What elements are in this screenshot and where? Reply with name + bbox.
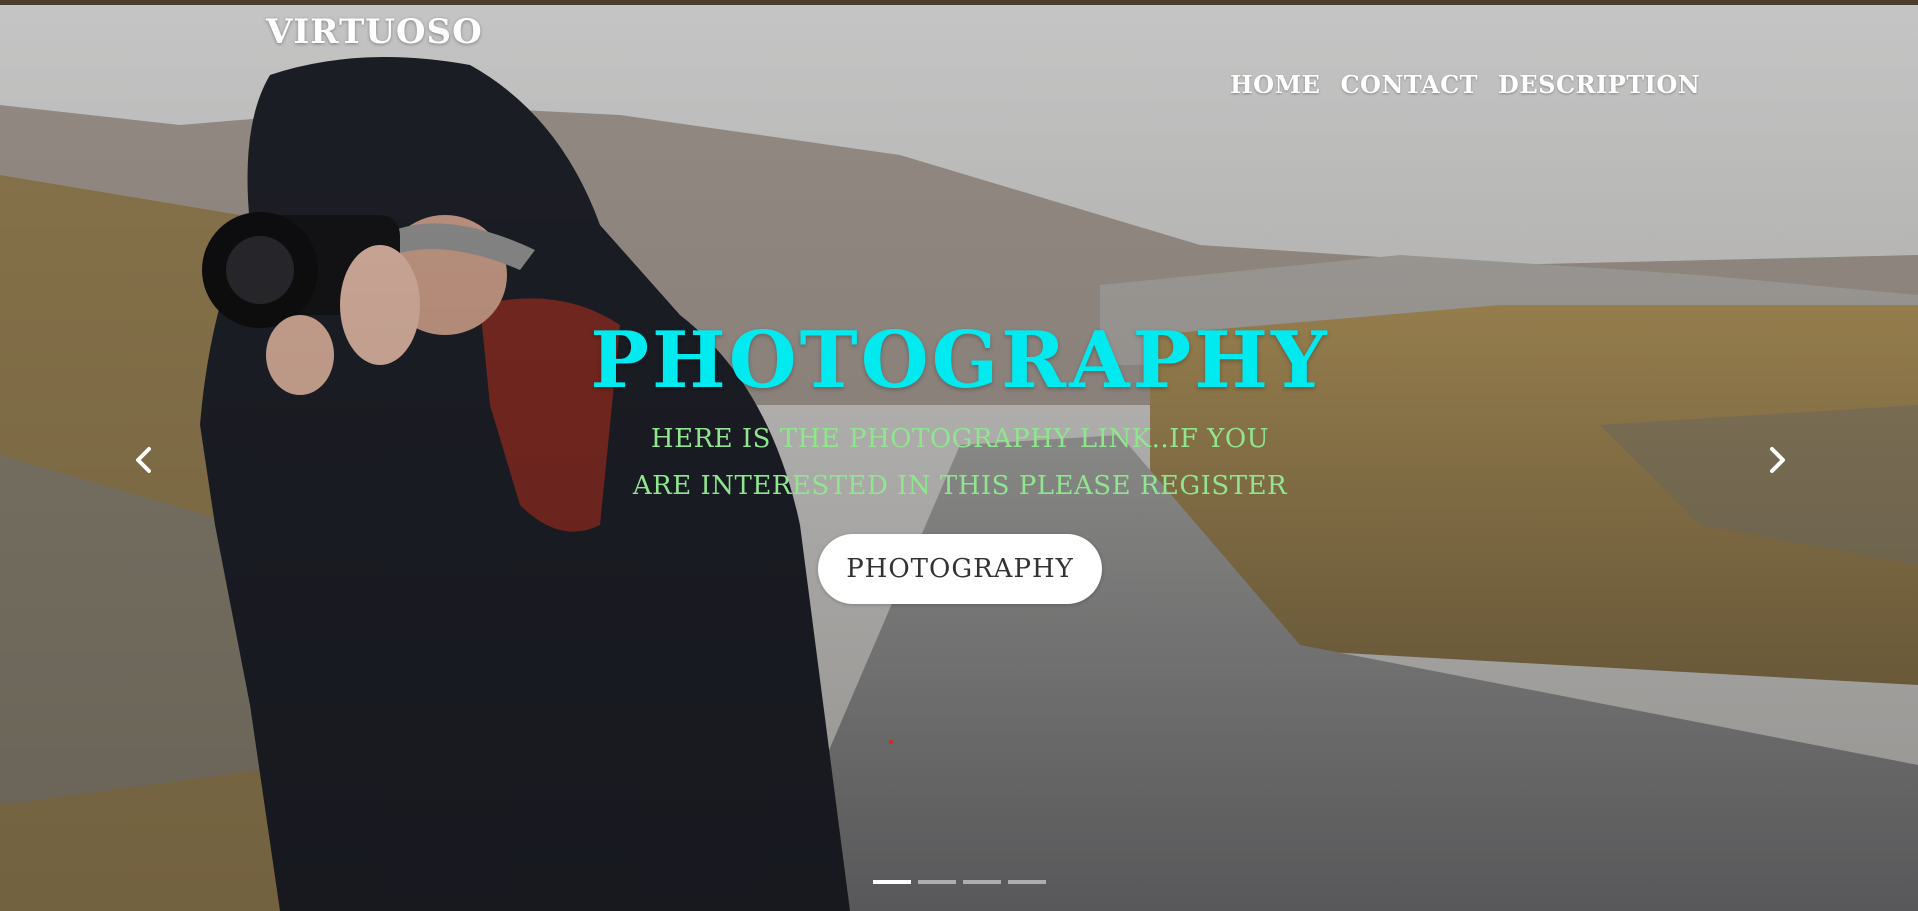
red-dot-marker — [889, 740, 893, 744]
site-logo[interactable]: VIRTUOSO — [266, 12, 483, 52]
main-nav: HOME CONTACT DESCRIPTION — [1230, 70, 1700, 99]
page: VIRTUOSO HOME CONTACT DESCRIPTION PHOTOG… — [0, 0, 1918, 911]
carousel-indicator-4[interactable] — [1008, 880, 1046, 884]
nav-description-link[interactable]: DESCRIPTION — [1498, 70, 1700, 99]
photography-button[interactable]: PHOTOGRAPHY — [818, 534, 1102, 604]
carousel-prev-button[interactable] — [124, 440, 164, 480]
nav-contact-link[interactable]: CONTACT — [1340, 70, 1478, 99]
chevron-right-icon — [1770, 447, 1785, 473]
carousel-indicator-3[interactable] — [963, 880, 1001, 884]
carousel-indicator-1[interactable] — [873, 880, 911, 884]
carousel-indicators — [873, 880, 1046, 884]
carousel-next-button[interactable] — [1757, 440, 1797, 480]
nav-home-link[interactable]: HOME — [1230, 70, 1320, 99]
carousel-indicator-2[interactable] — [918, 880, 956, 884]
chevron-left-icon — [136, 447, 151, 473]
slide-title: PHOTOGRAPHY — [590, 315, 1330, 406]
top-strip — [0, 0, 1918, 5]
slide-caption: PHOTOGRAPHY HERE IS THE PHOTOGRAPHY LINK… — [580, 322, 1340, 604]
slide-subtitle: HERE IS THE PHOTOGRAPHY LINK..IF YOU ARE… — [632, 424, 1288, 501]
